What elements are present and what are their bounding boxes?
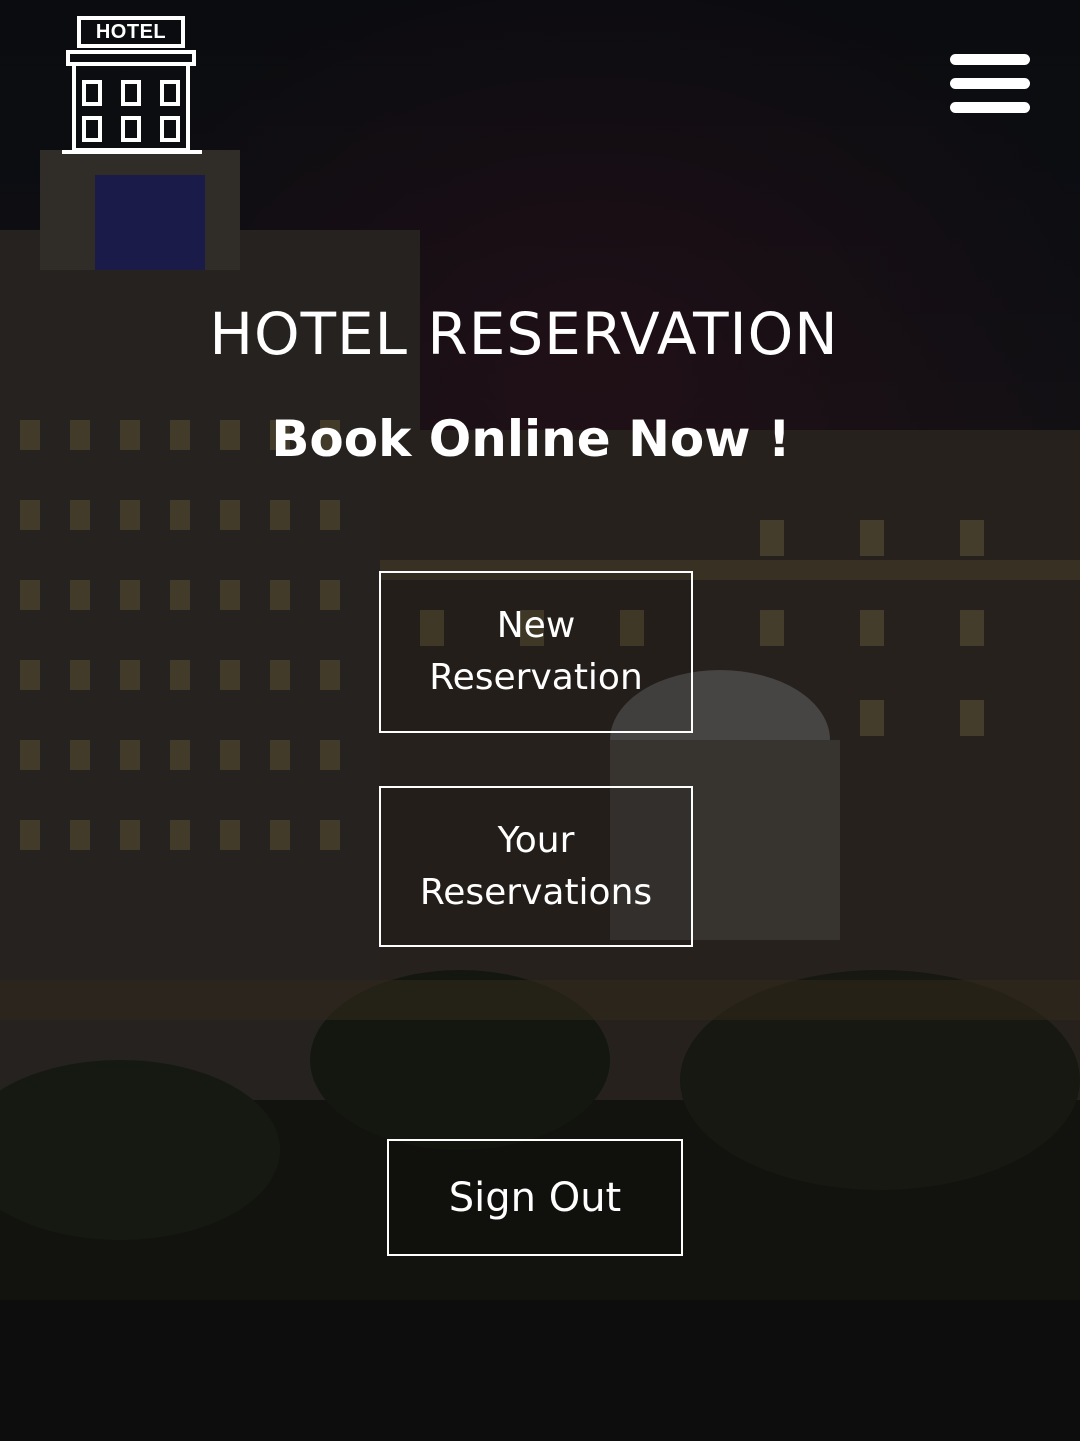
logo-label: HOTEL (95, 21, 167, 43)
page-subtitle: Book Online Now ! (271, 410, 791, 468)
page-title: HOTEL RESERVATION (209, 300, 839, 368)
hotel-logo[interactable]: HOTEL (62, 16, 202, 156)
new-reservation-button[interactable]: New Reservation (379, 571, 693, 733)
hamburger-menu-icon[interactable] (950, 52, 1032, 116)
your-reservations-button[interactable]: Your Reservations (379, 786, 693, 947)
home-screen: HOTEL HOTEL RESERVATION Book Online Now … (0, 0, 1080, 1441)
sign-out-button[interactable]: Sign Out (387, 1139, 683, 1256)
